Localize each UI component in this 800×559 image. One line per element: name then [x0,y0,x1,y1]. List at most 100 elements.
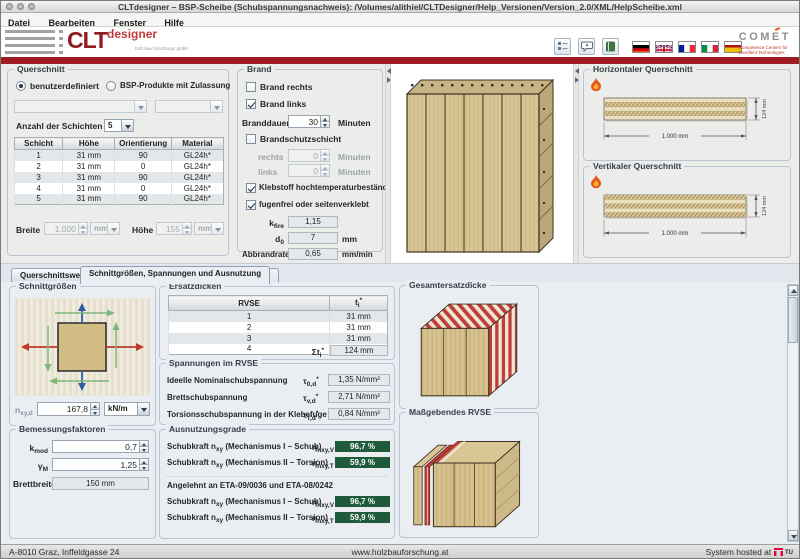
tau-vd-field: 2,71 N/mm² [328,391,390,403]
checkbox-klebstoff[interactable] [246,183,256,193]
eta-v-label-eta: Schubkraft nxy (Mechanismus I – Schub) [167,497,321,508]
d0-label: d0 [242,234,284,246]
tab-schnittgroessen[interactable]: Schnittgrößen, Spannungen und Ausnutzung [80,266,270,284]
eta-t-symbol: ηnxy,T [312,458,334,470]
schnittgroessen-group: Schnittgrößen [9,286,156,426]
checkbox-brandschutzschicht[interactable] [246,134,256,144]
schnittgroessen-title: Schnittgrößen [16,281,80,291]
layers-col-material: Material [171,138,223,150]
tau-td-field: 0,84 N/mm² [328,408,390,420]
italian-flag-icon [702,45,718,53]
tau-0d-field: 1,35 N/mm² [328,374,390,386]
kfire-field: 1,15 [288,216,338,228]
brandschutz-rechts-label: rechts [258,152,284,162]
ersatzdicken-group: Ersatzdicken RVSE ti* 131 mm 231 mm 331 … [159,286,395,360]
eta-v-label: Schubkraft nxy (Mechanismus I – Schub) [167,442,321,453]
layers-table: Schicht Höhe Orientierung Material 131 m… [14,137,224,205]
select-bsp-product [14,100,147,113]
brandschutz-rechts-spinner: 0 [288,149,330,162]
brand-links-label: Brand links [260,99,306,109]
kmod-label: kmod [12,443,48,455]
scrollbar-thumb[interactable] [788,297,798,343]
french-flag-icon [679,45,695,53]
fugenfrei-label: fugenfrei oder seitenverklebt [259,200,369,209]
scrollbar-up-button[interactable] [788,285,798,296]
menubar: Datei Bearbeiten Fenster Hilfe [1,13,799,27]
vertical-scrollbar[interactable] [787,284,799,542]
svg-text:124 mm: 124 mm [762,196,768,216]
horizontal-section-image: 124 mm 1.000 mm [592,94,786,156]
uk-flag-icon [656,45,672,53]
massgebendes-rvse-image [410,425,528,531]
kfire-label: kfire [242,218,284,230]
gesamtersatzdicke-image [410,296,528,402]
breite-spinner: 1.000 [44,222,88,235]
table-row: 231 mm0GL24h* [15,161,224,172]
branddauer-label: Branddauer [242,118,290,128]
spannungen-group: Spannungen im RVSE Ideelle Nominalschubs… [159,363,395,425]
eta-v-symbol-eta: ηnxy,V [312,497,334,509]
eta-badge-schub-eta: 96,7 % [335,496,390,507]
vertical-section-image: 124 mm 1.000 mm [592,191,786,253]
window-zoom-button[interactable] [28,3,35,10]
german-flag-icon [633,45,649,53]
flag-italian[interactable] [701,41,719,53]
brand-title: Brand [244,64,275,74]
horizontal-section-group: Horizontaler Querschnitt [583,69,791,161]
table-row: 231 mm [169,322,388,333]
layers-col-hoehe: Höhe [63,138,115,150]
titlebar: CLTdesigner – BSP-Scheibe (Schubspannung… [1,1,799,13]
flame-icon [589,175,603,189]
hoehe-label: Höhe [132,225,153,235]
toolbar-feedback-button[interactable] [578,38,595,55]
abbrandrate-unit-label: mm/min [342,250,373,259]
tau-td-symbol: τT,d* [303,410,318,422]
flag-french[interactable] [678,41,696,53]
toolbar-handbook-button[interactable] [602,38,619,55]
eta-t-label-eta: Schubkraft nxy (Mechanismus II – Torsion… [167,513,328,524]
statusbar-hosted: System hosted at TU [706,547,793,557]
brettbreite-field: 150 mm [52,477,149,490]
splitter-right[interactable] [573,64,579,263]
eta-badge-torsion-eta: 59,9 % [335,512,390,523]
svg-text:1.000 mm: 1.000 mm [662,134,689,140]
gamma-m-spinner[interactable]: 1,25 [52,458,149,471]
scrollbar-down-button[interactable] [788,530,798,541]
branddauer-spinner[interactable]: 30 [288,115,330,128]
tu-graz-logo [774,548,783,556]
eta-v-symbol: ηnxy,V [312,442,334,454]
nxyd-unit-select[interactable]: kN/m [104,402,150,416]
eta-t-symbol-eta: ηnxy,T [312,513,334,525]
window-title: CLTdesigner – BSP-Scheibe (Schubspannung… [1,1,799,13]
radio-benutzerdefiniert[interactable] [16,81,26,91]
checkbox-brand-rechts[interactable] [246,82,256,92]
spannungen-title: Spannungen im RVSE [166,358,261,368]
klebstoff-label: Klebstoff hochtemperaturbeständig [259,183,395,192]
breite-label: Breite [16,225,40,235]
statusbar-website-link[interactable]: www.holzbauforschung.at [1,547,799,557]
nxyd-spinner[interactable]: 167,8 [37,402,100,416]
flag-english[interactable] [655,41,673,53]
flag-german[interactable] [632,41,650,53]
gesamtersatzdicke-title: Gesamtersatzdicke [406,280,490,290]
tau-vd-label: Brettschubspannung [167,393,247,402]
window-close-button[interactable] [6,3,13,10]
app-window: CLTdesigner – BSP-Scheibe (Schubspannung… [0,0,800,559]
brand-group: Brand Brand rechts Brand links Branddaue… [237,69,383,252]
checkbox-fugenfrei[interactable] [246,200,256,210]
sum-ti-label: Σti* [260,347,324,359]
eta-note: Angelehnt an ETA-09/0036 und ETA-08/0242 [167,481,333,490]
tau-0d-symbol: τ0,d* [303,376,319,388]
select-layer-count[interactable]: 5 [104,119,134,132]
checkbox-brand-links[interactable] [246,99,256,109]
kmod-spinner[interactable]: 0,7 [52,440,149,453]
radio-bsp-produkte[interactable] [106,81,116,91]
table-row: 531 mm90GL24h* [15,194,224,205]
window-minimize-button[interactable] [17,3,24,10]
hoehe-spinner: 155 [156,222,192,235]
gamma-m-label: γM [12,461,48,473]
bemessungsfaktoren-title: Bemessungsfaktoren [16,424,108,434]
brandschutzschicht-label: Brandschutzschicht [260,134,341,144]
comment-bubble-icon [581,41,593,52]
toolbar-report-button[interactable] [554,38,571,55]
